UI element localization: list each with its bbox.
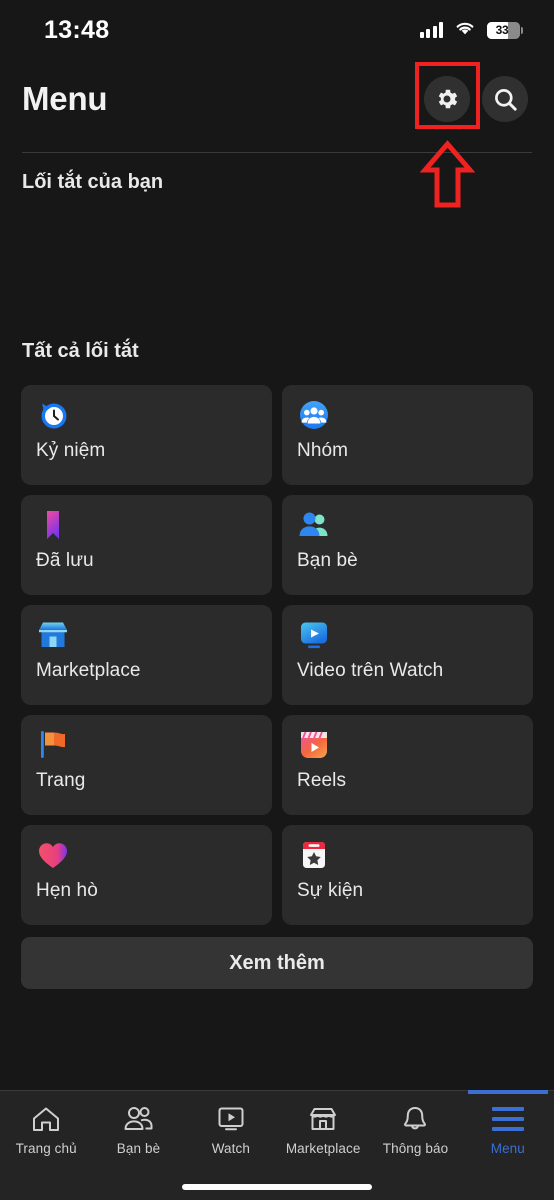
home-indicator [182, 1184, 372, 1190]
status-indicators: 33 [419, 20, 523, 41]
gear-icon [434, 86, 460, 112]
header-actions [424, 76, 528, 122]
events-calendar-icon [297, 838, 331, 872]
search-icon [492, 86, 519, 113]
see-more-button[interactable]: Xem thêm [21, 937, 533, 989]
shortcut-label: Đã lưu [36, 550, 94, 571]
nav-label: Menu [490, 1141, 525, 1156]
nav-item-notifications[interactable]: Thông báo [369, 1103, 461, 1156]
pages-flag-icon [36, 728, 70, 762]
hamburger-icon [491, 1103, 524, 1135]
shortcut-label: Nhóm [297, 440, 349, 461]
your-shortcuts-list [0, 194, 554, 326]
shortcut-tile-reels[interactable]: Reels [282, 715, 533, 815]
cellular-signal-icon [419, 22, 443, 38]
nav-item-watch[interactable]: Watch [185, 1103, 277, 1156]
nav-label: Watch [211, 1141, 250, 1156]
nav-item-marketplace[interactable]: Marketplace [277, 1103, 369, 1156]
friends-icon [297, 508, 331, 542]
shortcut-tile-saved[interactable]: Đã lưu [21, 495, 272, 595]
nav-label: Trang chủ [15, 1141, 77, 1156]
page-title: Menu [22, 80, 108, 117]
wifi-icon [454, 20, 476, 41]
bottom-navigation-bar: Trang chủ Bạn bè Watch Marketplace Thông… [0, 1090, 554, 1200]
all-shortcuts-title: Tất cả lối tắt [22, 340, 139, 362]
shortcut-tile-groups[interactable]: Nhóm [282, 385, 533, 485]
shortcut-label: Marketplace [36, 660, 141, 681]
shortcuts-grid: Kỷ niệm Nhóm Đã lưu Bạn bè Marketplace V… [0, 363, 554, 925]
nav-item-menu[interactable]: Menu [462, 1090, 554, 1156]
reels-clapperboard-icon [297, 728, 331, 762]
home-icon [31, 1103, 61, 1135]
marketplace-storefront-icon [36, 618, 70, 652]
shortcut-tile-pages[interactable]: Trang [21, 715, 272, 815]
nav-label: Thông báo [382, 1141, 449, 1156]
battery-level: 33 [495, 23, 509, 37]
memories-clock-icon [36, 398, 70, 432]
shortcut-tile-marketplace[interactable]: Marketplace [21, 605, 272, 705]
shortcut-label: Kỷ niệm [36, 440, 106, 461]
settings-button[interactable] [424, 76, 470, 122]
shortcut-tile-events[interactable]: Sự kiện [282, 825, 533, 925]
shortcut-tile-dating[interactable]: Hẹn hò [21, 825, 272, 925]
watch-icon [215, 1103, 247, 1135]
storefront-icon [307, 1103, 339, 1135]
shortcut-label: Sự kiện [297, 880, 364, 901]
annotation-up-arrow [419, 140, 476, 210]
nav-item-friends[interactable]: Bạn bè [92, 1103, 184, 1156]
page-header: Menu [0, 60, 554, 138]
shortcut-tile-memories[interactable]: Kỷ niệm [21, 385, 272, 485]
saved-bookmark-icon [36, 508, 70, 542]
watch-video-icon [297, 618, 331, 652]
shortcut-label: Reels [297, 770, 347, 791]
bell-icon [400, 1103, 430, 1135]
shortcut-label: Bạn bè [297, 550, 358, 571]
battery-icon: 33 [487, 21, 523, 39]
dating-heart-icon [36, 838, 70, 872]
search-button[interactable] [482, 76, 528, 122]
nav-label: Bạn bè [116, 1141, 161, 1156]
see-more-container: Xem thêm [0, 925, 554, 989]
nav-label: Marketplace [285, 1141, 361, 1156]
status-bar: 13:48 33 [0, 0, 554, 60]
friends-icon [122, 1103, 154, 1135]
shortcut-tile-watch-video[interactable]: Video trên Watch [282, 605, 533, 705]
nav-item-home[interactable]: Trang chủ [0, 1103, 92, 1156]
shortcut-label: Video trên Watch [297, 660, 444, 681]
groups-icon [297, 398, 331, 432]
shortcut-tile-friends[interactable]: Bạn bè [282, 495, 533, 595]
shortcut-label: Hẹn hò [36, 880, 98, 901]
shortcut-label: Trang [36, 770, 86, 791]
facebook-menu-screen: 13:48 33 Menu Lối tắt của bạn Tất cả lối… [0, 0, 554, 1200]
status-time: 13:48 [44, 15, 110, 44]
